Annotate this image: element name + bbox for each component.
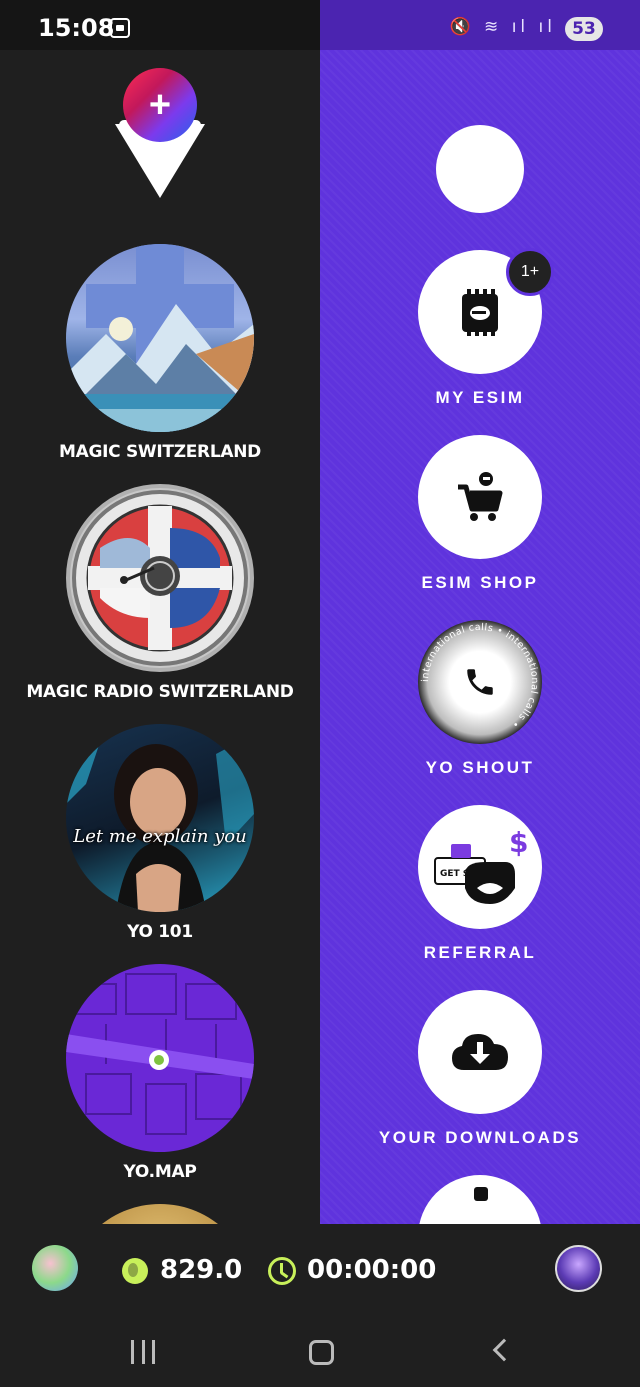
esim-circle: 1+: [418, 248, 554, 374]
map-illustration: [66, 973, 254, 1135]
status-time: 15:08: [38, 14, 115, 42]
esim-shop-circle: [418, 435, 542, 559]
menu-label: ESIM SHOP: [421, 573, 539, 592]
tile-magic-switzerland[interactable]: MAGIC SWITZERLAND: [0, 244, 320, 462]
left-channel-list[interactable]: + MAGIC SWITZERLAND MAGIC RADIO SWITZERL…: [0, 50, 320, 1224]
tile-yo-map[interactable]: YO.MAP: [0, 964, 320, 1182]
menu-item-referral[interactable]: GET $10 $ REFERRAL: [320, 805, 640, 963]
referral-gift-icon: GET $10 $: [434, 826, 528, 904]
yo-map-thumbnail: [66, 964, 254, 1152]
esim-count-badge: 1+: [506, 248, 554, 296]
menu-item-blank[interactable]: [320, 125, 640, 213]
clock-icon: [268, 1257, 296, 1285]
tile-label: YO.MAP: [123, 1162, 197, 1182]
home-button[interactable]: [309, 1340, 334, 1365]
tile-label: YO 101: [127, 922, 193, 942]
esim-chip-icon: [462, 289, 498, 336]
bottom-bar: 829.0 00:00:00: [0, 1224, 640, 1320]
system-nav-bar: [0, 1320, 640, 1387]
yo101-thumbnail: Let me explain you: [66, 724, 254, 912]
menu-item-your-downloads[interactable]: YOUR DOWNLOADS: [320, 990, 640, 1148]
referral-circle: GET $10 $: [418, 805, 542, 929]
tile-partial[interactable]: [0, 1204, 320, 1224]
menu-label: YO SHOUT: [425, 758, 535, 777]
phone-icon: [467, 669, 493, 695]
tile-yo-101[interactable]: Let me explain you YO 101: [0, 724, 320, 942]
partial-thumbnail: [66, 1204, 254, 1224]
tile-label: MAGIC SWITZERLAND: [59, 442, 261, 462]
downloads-circle: [418, 990, 542, 1114]
user-avatar[interactable]: [32, 1245, 78, 1291]
partial-circle: [418, 1175, 542, 1224]
menu-label: MY ESIM: [435, 388, 525, 407]
plus-icon: +: [123, 68, 197, 142]
add-channel-button[interactable]: +: [115, 68, 205, 202]
right-menu[interactable]: 1+ MY ESIM ESIM SHOP international calls…: [320, 50, 640, 1224]
magic-radio-thumbnail: [66, 484, 254, 672]
status-bar-right: 🔇 ≋ ıl ıl 53: [320, 0, 640, 50]
menu-item-yo-shout[interactable]: international calls • international call…: [320, 620, 640, 778]
battery-icon: 53: [565, 17, 603, 41]
tile-magic-radio-switzerland[interactable]: MAGIC RADIO SWITZERLAND: [0, 484, 320, 702]
menu-label: YOUR DOWNLOADS: [378, 1128, 582, 1147]
tile-label: MAGIC RADIO SWITZERLAND: [26, 682, 294, 702]
yo101-overlay-text: Let me explain you: [73, 826, 247, 847]
partial-icon: [474, 1187, 488, 1201]
menu-item-partial[interactable]: [320, 1175, 640, 1224]
menu-item-esim-shop[interactable]: ESIM SHOP: [320, 435, 640, 593]
dollar-sign: $: [509, 826, 528, 859]
signal-icons: 🔇 ≋ ıl ıl: [449, 17, 556, 37]
menu-label: REFERRAL: [423, 943, 537, 962]
swiss-landscape-illustration: [66, 244, 254, 432]
screenshot-icon: [110, 18, 130, 38]
yo101-illustration: [66, 724, 254, 912]
back-button[interactable]: [492, 1338, 516, 1362]
blank-circle: [436, 125, 524, 213]
status-bar-left: 15:08: [0, 0, 320, 50]
coin-balance: 829.0: [160, 1255, 243, 1285]
recent-apps-button[interactable]: [131, 1340, 155, 1364]
timer-value: 00:00:00: [307, 1255, 437, 1285]
profile-avatar[interactable]: [555, 1245, 602, 1292]
coin-icon: [122, 1258, 148, 1284]
radio-badge-illustration: [72, 490, 248, 666]
magic-switzerland-thumbnail: [66, 244, 254, 432]
menu-item-my-esim[interactable]: 1+ MY ESIM: [320, 248, 640, 408]
shopping-cart-icon: [458, 472, 503, 521]
cloud-download-icon: [452, 1034, 508, 1070]
status-bar: 15:08 🔇 ≋ ıl ıl 53: [0, 0, 640, 50]
yo-shout-circle: international calls • international call…: [418, 620, 542, 744]
